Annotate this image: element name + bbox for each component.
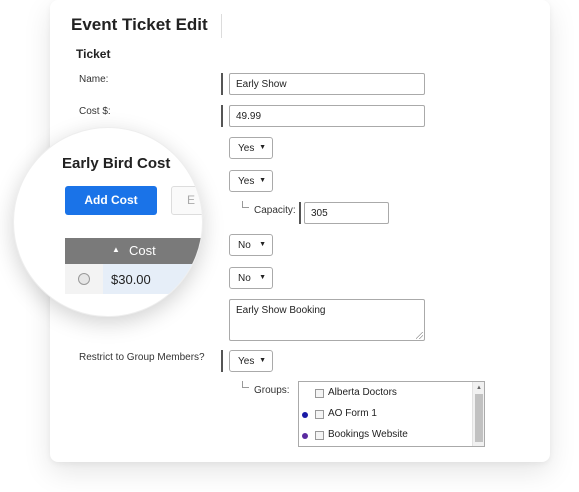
restrict-select-value: Yes [238,356,255,367]
scroll-up-icon[interactable]: ▲ [476,385,482,391]
title-divider [221,14,222,38]
option-select-3-value: No [238,240,251,251]
zoom-callout: Early Bird Cost Add Cost E ▲ Cost $30.00 [13,127,203,317]
name-label: Name: [79,74,109,85]
option-select-4-value: No [238,273,251,284]
required-marker [221,350,223,372]
dropdown-arrow-icon: ▼ [259,144,266,151]
option-select-3[interactable]: No ▼ [229,234,273,256]
restrict-select[interactable]: Yes ▼ [229,350,273,372]
page-title: Event Ticket Edit [71,15,208,34]
table-row[interactable]: $30.00 [65,264,202,294]
group-checkbox[interactable] [315,410,324,419]
description-text: Early Show Booking [236,305,326,316]
group-color-dot [302,412,308,418]
group-checkbox[interactable] [315,389,324,398]
tree-branch-icon [242,201,249,208]
cost-value: $30.00 [111,272,151,287]
required-marker [221,73,223,95]
required-marker [221,105,223,127]
edit-cost-button[interactable]: E [171,186,202,215]
option-select-2[interactable]: Yes ▼ [229,170,273,192]
cost-column-label: Cost [129,243,156,258]
dropdown-arrow-icon: ▼ [259,274,266,281]
group-color-dot [302,433,308,439]
groups-list[interactable]: Alberta Doctors AO Form 1 Bookings Websi… [298,381,485,447]
dropdown-arrow-icon: ▼ [259,357,266,364]
sort-ascending-icon: ▲ [112,245,120,254]
early-bird-cost-heading: Early Bird Cost [62,155,171,172]
scroll-thumb[interactable] [475,394,483,442]
group-name: Alberta Doctors [328,387,397,398]
description-textarea[interactable]: Early Show Booking [229,299,425,341]
section-heading: Ticket [76,47,111,61]
resize-grip-icon[interactable] [416,332,423,339]
dropdown-arrow-icon: ▼ [259,241,266,248]
cost-input[interactable]: 49.99 [229,105,425,127]
add-cost-button[interactable]: Add Cost [65,186,157,215]
option-select-1[interactable]: Yes ▼ [229,137,273,159]
capacity-label: Capacity: [254,205,296,216]
group-name: Bookings Website [328,429,408,440]
dropdown-arrow-icon: ▼ [259,177,266,184]
restrict-label: Restrict to Group Members? [79,352,205,363]
row-radio[interactable] [78,273,90,285]
option-select-4[interactable]: No ▼ [229,267,273,289]
tree-branch-icon [242,381,249,388]
cost-label: Cost $: [79,106,111,117]
group-name: AO Form 1 [328,408,377,419]
option-select-2-value: Yes [238,176,255,187]
groups-label: Groups: [254,385,290,396]
group-checkbox[interactable] [315,431,324,440]
option-select-1-value: Yes [238,143,255,154]
groups-scrollbar[interactable]: ▲ [472,382,484,446]
required-marker [299,202,301,224]
capacity-input[interactable]: 305 [304,202,389,224]
cost-column-header[interactable]: ▲ Cost [65,238,202,264]
name-input[interactable]: Early Show [229,73,425,95]
